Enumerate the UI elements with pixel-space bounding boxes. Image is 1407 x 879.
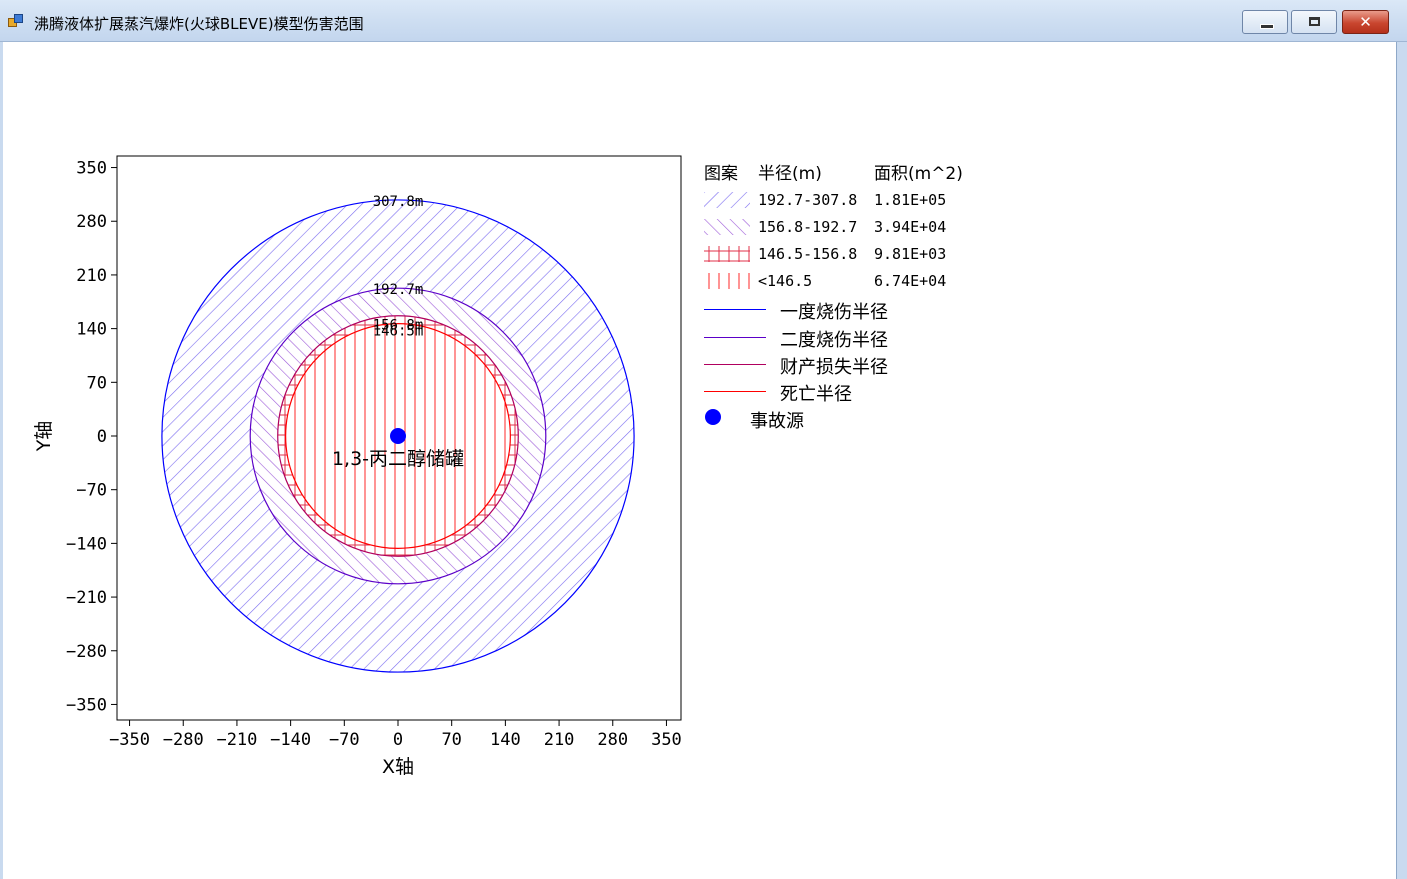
radius-circle-label: 192.7m (373, 282, 424, 298)
y-tick-label: −70 (76, 481, 107, 501)
x-tick-label: 350 (651, 730, 682, 750)
legend-zone-row: 146.5-156.8 9.81E+03 (704, 243, 1004, 265)
legend-zone-row: <146.5 6.74E+04 (704, 270, 1004, 292)
hatch-forward-swatch-icon (704, 192, 750, 208)
x-tick-label: −210 (216, 730, 257, 750)
legend-line-label: 财产损失半径 (780, 357, 888, 378)
accident-source-dot-icon (705, 409, 721, 425)
legend-header-pattern: 图案 (704, 164, 738, 184)
y-tick-label: 350 (76, 159, 107, 179)
y-tick-label: 0 (97, 427, 107, 447)
legend-line-row: 财产损失半径 (704, 353, 1004, 378)
x-tick-label: 70 (441, 730, 461, 750)
y-tick-label: 280 (76, 212, 107, 232)
legend-zone-row: 156.8-192.7 3.94E+04 (704, 216, 1004, 238)
legend-line-row: 一度烧伤半径 (704, 298, 1004, 323)
legend-zone-range: <146.5 (758, 272, 813, 290)
legend-zone-range: 156.8-192.7 (758, 218, 858, 236)
y-tick-label: 140 (76, 320, 107, 340)
y-tick-label: −140 (66, 534, 107, 554)
accident-source-label: 1,3-丙二醇储罐 (332, 448, 464, 470)
legend-zone-area: 6.74E+04 (874, 272, 947, 290)
legend-zone-area: 3.94E+04 (874, 218, 947, 236)
legend-zone-range: 146.5-156.8 (758, 245, 858, 263)
radius-circle-label: 146.5m (373, 324, 424, 340)
x-tick-label: 0 (393, 730, 403, 750)
legend-line-label: 一度烧伤半径 (780, 302, 888, 323)
x-tick-label: −350 (109, 730, 150, 750)
legend-header-area: 面积(m^2) (874, 164, 963, 184)
legend-zone-area: 1.81E+05 (874, 191, 947, 209)
accident-source-dot (390, 428, 406, 444)
x-tick-label: −140 (270, 730, 311, 750)
second-degree-line-swatch-icon (704, 337, 766, 338)
legend-zone-area: 9.81E+03 (874, 245, 947, 263)
y-axis-title: Y轴 (33, 421, 55, 453)
x-tick-label: −280 (163, 730, 204, 750)
damage-range-chart: −350 −280 −210 −140 −70 0 70 140 210 280 350 350 280… (33, 155, 682, 778)
y-tick-label: 210 (76, 266, 107, 286)
legend-line-label: 二度烧伤半径 (780, 330, 888, 351)
x-axis-title: X轴 (382, 756, 414, 778)
legend-source-label: 事故源 (750, 411, 804, 432)
legend-zone-row: 192.7-307.8 1.81E+05 (704, 189, 1004, 211)
y-tick-label: −210 (66, 588, 107, 608)
y-tick-label: 70 (87, 373, 107, 393)
legend-zone-range: 192.7-307.8 (758, 191, 858, 209)
hatch-back-swatch-icon (704, 219, 750, 235)
property-loss-line-swatch-icon (704, 364, 766, 365)
first-degree-line-swatch-icon (704, 309, 766, 310)
legend-line-row: 二度烧伤半径 (704, 326, 1004, 351)
x-tick-label: 210 (544, 730, 575, 750)
x-tick-label: 140 (490, 730, 521, 750)
y-tick-label: −350 (66, 695, 107, 715)
legend-line-row: 死亡半径 (704, 380, 1004, 405)
y-tick-label: −280 (66, 642, 107, 662)
x-tick-label: 280 (597, 730, 628, 750)
cross-hatch-swatch-icon (704, 246, 750, 262)
radius-circle-label: 307.8m (373, 194, 424, 210)
vertical-hatch-swatch-icon (704, 273, 750, 289)
death-line-swatch-icon (704, 391, 766, 392)
legend-line-label: 死亡半径 (780, 384, 852, 405)
x-tick-label: −70 (329, 730, 360, 750)
legend-source-row: 事故源 (704, 407, 1004, 432)
legend-header-radius: 半径(m) (758, 164, 822, 184)
